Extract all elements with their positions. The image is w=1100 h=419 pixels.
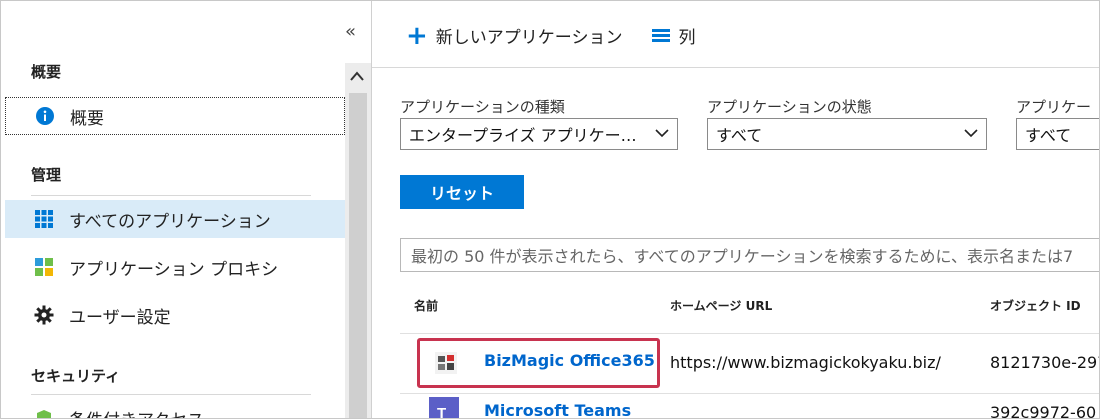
sidebar-item-label: ユーザー設定 [69,307,171,328]
app-homepage-url: https://www.bizmagickokyaku.biz/ [670,353,941,372]
plus-icon[interactable]: + [406,23,428,49]
divider [31,394,311,395]
chevron-down-icon [964,126,978,142]
divider [31,195,311,196]
column-header-object-id[interactable]: オブジェクト ID [990,297,1081,314]
sidebar: « 概要 概要 管理 すべてのアプリケーション アプリケーション プロキシ ユー… [1,1,371,419]
section-title-security: セキュリティ [31,367,121,385]
sidebar-item-overview[interactable]: 概要 [5,97,345,135]
reset-button[interactable]: リセット [400,175,524,209]
divider [400,333,1099,334]
collapse-sidebar-button[interactable]: « [345,21,356,42]
search-input[interactable]: 最初の 50 件が表示されたら、すべてのアプリケーションを検索するために、表示名… [400,238,1099,272]
section-title-overview: 概要 [31,63,62,81]
sidebar-item-label: 概要 [70,108,104,129]
app-type-select[interactable]: エンタープライズ アプリケー… [400,118,678,150]
sidebar-item-label: すべてのアプリケーション [69,211,271,232]
column-header-url[interactable]: ホームページ URL [670,297,772,314]
sidebar-item-app-proxy[interactable]: アプリケーション プロキシ [5,248,345,286]
teams-logo-icon: T [429,397,459,419]
filter-label-app-type: アプリケーションの種類 [400,98,565,116]
app-name-link[interactable]: Microsoft Teams [484,401,631,418]
chevron-up-icon[interactable] [349,67,365,86]
divider [372,67,1099,68]
app-object-id: 8121730e-297 [990,353,1100,372]
app-frame: « 概要 概要 管理 すべてのアプリケーション アプリケーション プロキシ ユー… [0,0,1100,419]
select-value: すべて [1025,126,1072,145]
app-object-id: 392c9972-60 [990,403,1097,419]
main-panel: + 新しいアプリケーション 列 アプリケーションの種類 エンタープライズ アプリ… [372,1,1100,419]
column-header-name[interactable]: 名前 [414,297,438,314]
columns-button[interactable]: 列 [678,23,695,48]
third-filter-select[interactable]: すべて [1016,118,1099,150]
columns-icon[interactable] [652,29,671,42]
select-value: すべて [716,126,763,145]
gear-icon [33,304,55,326]
divider [400,393,1099,394]
filter-label-app-status: アプリケーションの状態 [707,98,872,116]
highlight-box [417,338,660,388]
sidebar-item-all-apps[interactable]: すべてのアプリケーション [5,200,345,238]
filter-label-third: アプリケー [1016,98,1092,116]
section-title-manage: 管理 [31,166,62,184]
grid-icon [33,208,55,230]
chevron-down-icon [655,126,669,142]
search-placeholder: 最初の 50 件が表示されたら、すべてのアプリケーションを検索するために、表示名… [411,247,1074,266]
proxy-icon [33,256,55,278]
sidebar-item-label: アプリケーション プロキシ [69,259,279,280]
select-value: エンタープライズ アプリケー… [409,126,637,145]
shield-icon [33,407,55,418]
app-status-select[interactable]: すべて [707,118,987,150]
toolbar: + 新しいアプリケーション 列 [406,23,695,49]
svg-text:T: T [437,405,446,419]
sidebar-item-label: 条件付きアクセス [69,406,204,419]
scrollbar-thumb[interactable] [349,93,367,418]
sidebar-item-user-settings[interactable]: ユーザー設定 [5,296,345,334]
sidebar-item-conditional-access[interactable]: 条件付きアクセス [5,399,345,419]
info-icon [34,105,56,127]
new-application-button[interactable]: 新しいアプリケーション [436,23,623,48]
